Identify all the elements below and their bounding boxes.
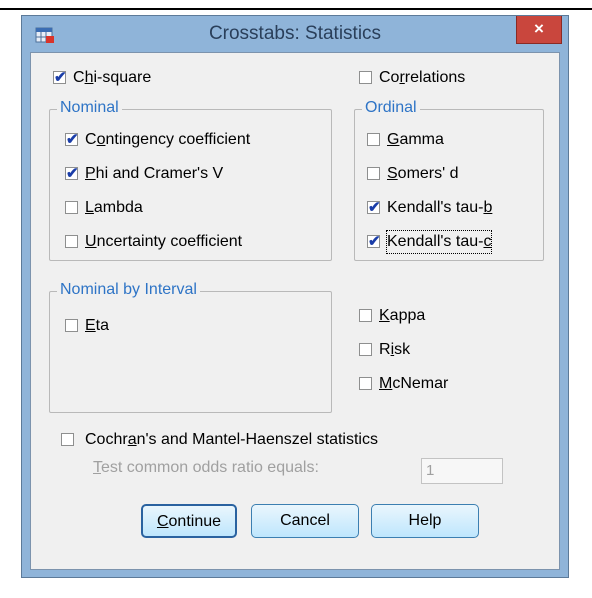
checkbox-box[interactable]: ✔ <box>65 235 78 248</box>
checkbox-box[interactable]: ✔ <box>65 165 79 182</box>
checkbox-box[interactable]: ✔ <box>359 343 372 356</box>
phi-cramers-v-label: Phi and Cramer's V <box>85 165 224 182</box>
checkbox-box[interactable]: ✔ <box>367 233 381 250</box>
check-icon: ✔ <box>368 233 381 250</box>
mcnemar-label: McNemar <box>379 375 449 392</box>
odds-ratio-label: Test common odds ratio equals: <box>93 459 319 476</box>
title-bar[interactable]: Crosstabs: Statistics × <box>22 16 568 52</box>
cochran-mantel-haenszel-label: Cochran's and Mantel-Haenszel statistics <box>85 431 378 448</box>
correlations-label: Correlations <box>379 69 466 86</box>
checkbox-box[interactable]: ✔ <box>359 377 372 390</box>
kendalls-tau-b-label: Kendall's tau-b <box>387 199 493 216</box>
uncertainty-coefficient-label: Uncertainty coefficient <box>85 233 243 250</box>
nominal-by-interval-group: Nominal by Interval <box>49 281 332 413</box>
top-rule <box>0 8 592 10</box>
cancel-button[interactable]: Cancel <box>251 504 359 538</box>
checkbox-box[interactable]: ✔ <box>53 69 67 86</box>
ordinal-legend: Ordinal <box>362 99 420 117</box>
close-icon: × <box>534 19 544 38</box>
risk-label: Risk <box>379 341 411 358</box>
close-button[interactable]: × <box>516 16 562 44</box>
checkbox-box[interactable]: ✔ <box>367 167 380 180</box>
somers-d-label: Somers' d <box>387 165 459 182</box>
lambda-label: Lambda <box>85 199 143 216</box>
gamma-label: Gamma <box>387 131 444 148</box>
continue-button[interactable]: Continue <box>141 504 237 538</box>
kendalls-tau-c-label: Kendall's tau-c <box>385 230 493 254</box>
checkbox-box[interactable]: ✔ <box>367 199 381 216</box>
contingency-coefficient-label: Contingency coefficient <box>85 131 251 148</box>
checkbox-box[interactable]: ✔ <box>359 71 372 84</box>
dialog-client-area: ✔ Chi-square ✔ Correlations Nominal ✔ Co… <box>30 52 560 570</box>
checkbox-box[interactable]: ✔ <box>367 133 380 146</box>
check-icon: ✔ <box>368 199 381 216</box>
kappa-label: Kappa <box>379 307 426 324</box>
odds-ratio-input[interactable]: 1 <box>421 458 503 484</box>
checkbox-box[interactable]: ✔ <box>359 309 372 322</box>
check-icon: ✔ <box>54 69 67 86</box>
window-title: Crosstabs: Statistics <box>208 23 382 44</box>
check-icon: ✔ <box>66 165 79 182</box>
chi-square-label: Chi-square <box>73 69 152 86</box>
checkbox-box[interactable]: ✔ <box>61 433 74 446</box>
nominal-legend: Nominal <box>57 99 122 117</box>
crosstabs-statistics-dialog: Crosstabs: Statistics × ✔ Chi-square ✔ C… <box>21 15 569 578</box>
check-icon: ✔ <box>66 131 79 148</box>
eta-label: Eta <box>85 317 110 334</box>
nominal-by-interval-legend: Nominal by Interval <box>57 281 200 299</box>
checkbox-box[interactable]: ✔ <box>65 201 78 214</box>
checkbox-box[interactable]: ✔ <box>65 319 78 332</box>
help-button[interactable]: Help <box>371 504 479 538</box>
checkbox-box[interactable]: ✔ <box>65 131 79 148</box>
